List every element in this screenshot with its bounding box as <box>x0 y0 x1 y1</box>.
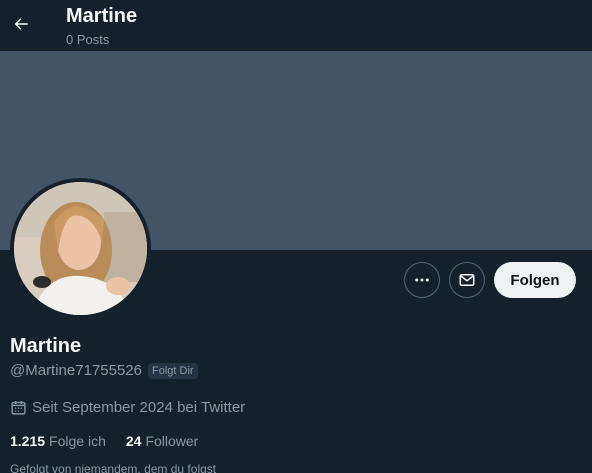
followers-label: Follower <box>145 433 199 449</box>
handle-row: @Martine71755526 Folgt Dir <box>10 362 198 379</box>
avatar-image <box>14 182 147 315</box>
follow-button[interactable]: Folgen <box>494 262 576 298</box>
more-icon <box>415 278 429 282</box>
profile-actions: Folgen <box>404 262 576 298</box>
followers-link[interactable]: 24 Follower <box>126 433 198 449</box>
top-bar: Martine 0 Posts <box>0 0 592 51</box>
arrow-left-icon <box>14 18 28 30</box>
follows-you-badge: Folgt Dir <box>147 362 198 379</box>
joined-date: Seit September 2024 bei Twitter <box>10 399 245 416</box>
back-button[interactable] <box>6 9 36 39</box>
post-count: 0 Posts <box>66 32 110 47</box>
message-button[interactable] <box>449 262 485 298</box>
page-title: Martine <box>66 5 138 27</box>
following-link[interactable]: 1.215 Folge ich <box>10 433 106 449</box>
profile-name: Martine <box>10 335 82 357</box>
followers-count: 24 <box>125 433 142 449</box>
profile-handle: @Martine71755526 <box>10 362 142 379</box>
following-count: 1.215 <box>10 433 46 449</box>
avatar[interactable] <box>10 178 151 319</box>
follow-stats: 1.215 Folge ich 24 Follower <box>10 433 198 449</box>
more-button[interactable] <box>404 262 440 298</box>
avatar-photo <box>14 182 147 315</box>
mail-icon <box>459 274 475 286</box>
followed-by-text: Gefolgt von niemandem, dem du folgst <box>10 462 217 473</box>
calendar-icon <box>11 401 26 415</box>
following-label: Folge ich <box>49 433 106 449</box>
joined-text: Seit September 2024 bei Twitter <box>32 399 246 416</box>
